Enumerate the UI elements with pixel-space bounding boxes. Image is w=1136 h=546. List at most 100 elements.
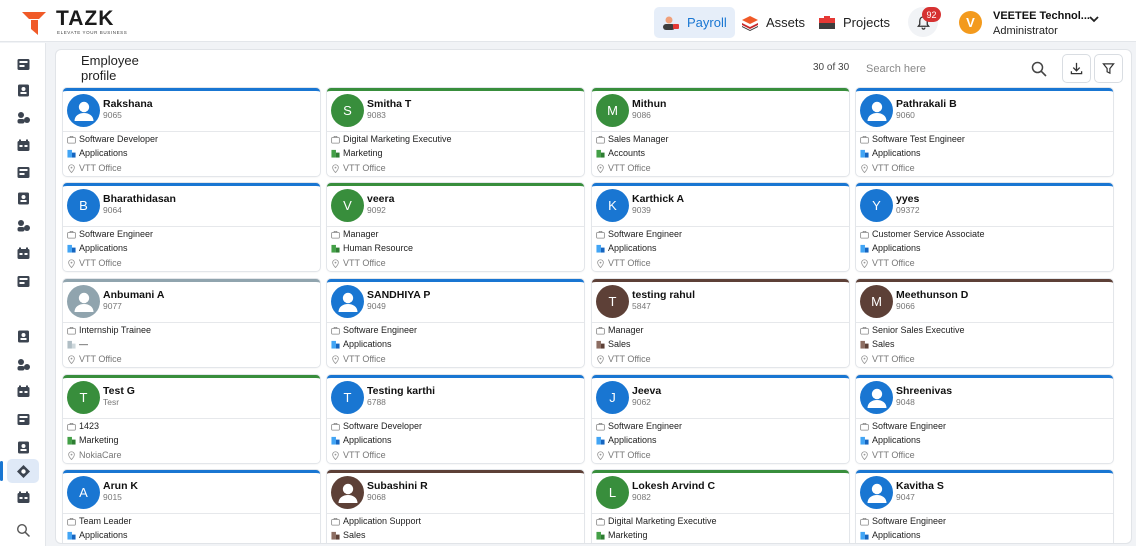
card-divider	[327, 226, 584, 227]
employee-role-row: Software Engineer	[596, 229, 682, 239]
employee-card[interactable]: Kavitha S 9047 Software Engineer Applicatio…	[856, 470, 1113, 543]
employee-card[interactable]: Anbumani A 9077 Internship Trainee — VTT Off…	[63, 279, 320, 367]
sidebar-item-search[interactable]	[7, 518, 39, 542]
employee-location-row: VTT Office	[596, 258, 651, 268]
brand-logo[interactable]: TAZK ELEVATE YOUR BUSINESS	[22, 6, 132, 38]
employee-card[interactable]: Rakshana 9065 Software Developer Applicatio…	[63, 88, 320, 176]
sidebar-item-documents[interactable]	[7, 435, 39, 459]
avatar-initial: A	[79, 485, 88, 500]
sidebar-item-employee-profile[interactable]	[0, 459, 39, 483]
department-icon	[331, 340, 340, 349]
employee-card[interactable]: M Meethunson D 9066 Senior Sales Executive S…	[856, 279, 1113, 367]
download-button[interactable]	[1062, 54, 1091, 83]
filter-button[interactable]	[1094, 54, 1123, 83]
employee-role-row: Application Support	[331, 516, 421, 526]
employee-name[interactable]: Kavitha S	[896, 480, 944, 492]
org-avatar[interactable]: V	[959, 11, 982, 34]
page-title: Employee profile	[81, 53, 139, 83]
employee-card[interactable]: S Smitha T 9083 Digital Marketing Executive…	[327, 88, 584, 176]
employee-name[interactable]: testing rahul	[632, 289, 695, 301]
employee-card[interactable]: Pathrakali B 9060 Software Test Engineer Ap…	[856, 88, 1113, 176]
employee-name[interactable]: Karthick A	[632, 193, 684, 205]
sidebar-item-calendar[interactable]	[7, 133, 39, 157]
employee-department: Applications	[872, 530, 921, 540]
card-divider	[856, 418, 1113, 419]
department-icon	[596, 244, 605, 253]
settings-user-icon	[17, 219, 30, 231]
employee-name[interactable]: yyes	[896, 193, 919, 205]
employee-card[interactable]: K Karthick A 9039 Software Engineer Applicat…	[592, 183, 849, 271]
employee-card[interactable]: J Jeeva 9062 Software Engineer Applications V…	[592, 375, 849, 463]
employee-name[interactable]: Testing karthi	[367, 385, 435, 397]
employee-name[interactable]: Arun K	[103, 480, 138, 492]
location-pin-icon	[332, 258, 339, 268]
employee-profile-panel: Employee profile 30 of 30 Rakshana9065 So…	[55, 49, 1132, 544]
employee-avatar: A	[67, 476, 100, 509]
employee-name[interactable]: Subashini R	[367, 480, 428, 492]
employee-name[interactable]: Rakshana	[103, 98, 153, 110]
employee-name[interactable]: Meethunson D	[896, 289, 968, 301]
sidebar-item-dashboard[interactable]	[7, 52, 39, 76]
nav-assets[interactable]: Assets	[733, 7, 813, 38]
sidebar-item-chat[interactable]	[7, 105, 39, 129]
sidebar-item-attendance[interactable]	[7, 186, 39, 210]
sidebar-item-team[interactable]	[7, 352, 39, 376]
sidebar-item-schedule[interactable]	[7, 407, 39, 431]
sidebar-item-reports[interactable]	[7, 324, 39, 348]
sidebar-item-handshake[interactable]	[7, 269, 39, 293]
employee-card[interactable]: Vveera 9092 Manager Human Resource VTT Offic…	[327, 183, 584, 271]
employee-department: Applications	[608, 435, 657, 445]
location-pin-icon	[861, 163, 868, 173]
employee-name[interactable]: Test G	[103, 385, 135, 397]
sidebar-item-announcement[interactable]	[7, 379, 39, 403]
employee-location-row: VTT Office	[596, 163, 651, 173]
employee-role: 1423	[79, 421, 100, 431]
employee-id: 9077	[103, 301, 122, 311]
employee-card[interactable]: Subashini R9068Application SupportSalesV…	[327, 470, 584, 543]
employee-name[interactable]: Smitha T	[367, 98, 411, 110]
location-pin-icon	[597, 258, 604, 268]
sidebar-item-approvals[interactable]	[7, 160, 39, 184]
employee-card[interactable]: SANDHIYA P 9049 Software Engineer Applicati…	[327, 279, 584, 367]
employee-name[interactable]: Bharathidasan	[103, 193, 176, 205]
nav-projects[interactable]: Projects	[810, 7, 898, 38]
employee-card[interactable]: T Test G Tesr 1423 Marketing NokiaCare	[63, 375, 320, 463]
employee-card[interactable]: M Mithun 9086 Sales Manager Accounts VTT Offi…	[592, 88, 849, 176]
card-divider	[327, 131, 584, 132]
sidebar-item-briefcase[interactable]	[7, 485, 39, 509]
search-icon[interactable]	[1031, 61, 1047, 77]
nav-payroll[interactable]: Payroll	[654, 7, 735, 38]
employee-name[interactable]: Pathrakali B	[896, 98, 957, 110]
employee-department: Sales	[608, 339, 631, 349]
avatar-initial: T	[79, 390, 88, 405]
employee-card[interactable]: L Lokesh Arvind C 9082 Digital Marketing Ex…	[592, 470, 849, 543]
org-name[interactable]: VEETEE Technol...	[993, 10, 1090, 22]
employee-card[interactable]: Yyyes 09372 Customer Service Associate Appl…	[856, 183, 1113, 271]
card-divider	[592, 226, 849, 227]
employee-card[interactable]: B Bharathidasan 9064 Software Engineer Appli…	[63, 183, 320, 271]
employee-name[interactable]: Mithun	[632, 98, 666, 110]
sidebar-item-contacts[interactable]	[7, 78, 39, 102]
employee-name[interactable]: SANDHIYA P	[367, 289, 430, 301]
sidebar-item-settings-user[interactable]	[7, 213, 39, 237]
employee-card[interactable]: Shreenivas 9048 Software Engineer Applicati…	[856, 375, 1113, 463]
employee-name[interactable]: Jeeva	[632, 385, 661, 397]
employee-card[interactable]: T Testing karthi 6788 Software Developer App…	[327, 375, 584, 463]
briefcase-icon	[67, 517, 76, 526]
employee-dept-row: Applications	[860, 435, 921, 445]
sidebar-item-money-bag[interactable]	[7, 241, 39, 265]
brand-mark-icon	[22, 12, 46, 35]
employee-name[interactable]: Anbumani A	[103, 289, 164, 301]
employee-name[interactable]: Shreenivas	[896, 385, 952, 397]
card-divider	[63, 513, 320, 514]
employee-name[interactable]: veera	[367, 193, 394, 205]
employee-dept-row: Applications	[331, 435, 392, 445]
employee-card[interactable]: AArun K9015Team LeaderApplicationsVTT Of…	[63, 470, 320, 543]
person-placeholder-icon	[338, 292, 357, 312]
department-icon	[860, 340, 869, 349]
employee-card[interactable]: Ttesting rahul 5847 Manager Sales VTT Office	[592, 279, 849, 367]
avatar-initial: K	[608, 198, 617, 213]
chevron-down-icon[interactable]	[1087, 12, 1101, 26]
employee-name[interactable]: Lokesh Arvind C	[632, 480, 715, 492]
employee-avatar	[860, 476, 893, 509]
